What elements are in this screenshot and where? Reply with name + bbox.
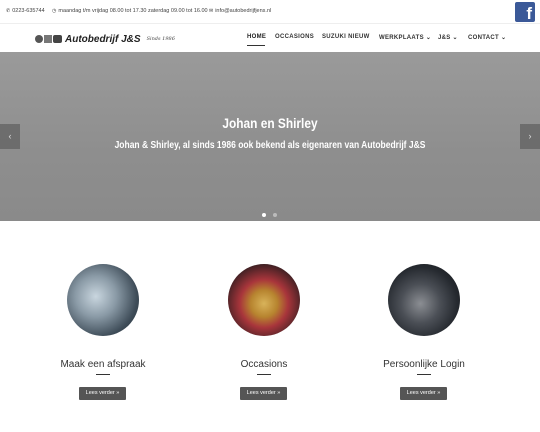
phone-info[interactable]: ✆ 0223-635744 <box>6 8 45 14</box>
top-info-bar: ✆ 0223-635744 ◷ maandag t/m vrijdag 08.0… <box>0 0 540 24</box>
email-text: info@autobedrijfjens.nl <box>215 8 272 14</box>
nav-werkplaats[interactable]: WERKPLAATS ⌄ <box>379 34 431 41</box>
logo-emblem-icon <box>35 34 63 44</box>
slider-dot-1[interactable] <box>262 213 266 217</box>
slider-dot-2[interactable] <box>273 213 277 217</box>
nav-active-underline <box>247 45 265 46</box>
feature-login: Persoonlijke Login Lees verder » <box>354 264 494 404</box>
nav-home[interactable]: HOME <box>247 34 266 40</box>
clock-icon: ◷ <box>52 8 57 14</box>
chevron-down-icon: ⌄ <box>425 35 432 41</box>
feature-separator <box>257 374 271 375</box>
site-header: Autobedrijf J&S Sinds 1986 HOME OCCASION… <box>0 24 540 52</box>
nav-werkplaats-label: WERKPLAATS <box>379 35 424 41</box>
email-info[interactable]: ✉ info@autobedrijfjens.nl <box>209 8 271 14</box>
envelope-icon: ✉ <box>209 8 214 14</box>
feature-title: Maak een afspraak <box>60 359 146 370</box>
feature-afspraak: Maak een afspraak Lees verder » <box>33 264 173 404</box>
chevron-right-icon: › <box>528 131 532 141</box>
facebook-icon[interactable]: f <box>515 2 535 22</box>
logo-brand-text: Autobedrijf J&S <box>65 33 141 45</box>
phone-icon: ✆ <box>6 8 11 14</box>
nav-suzuki-nieuw[interactable]: SUZUKI NIEUW <box>322 34 370 40</box>
lees-verder-button[interactable]: Lees verder » <box>79 387 126 400</box>
slider-prev-button[interactable]: ‹ <box>0 124 20 149</box>
slider-subtitle: Johan & Shirley, al sinds 1986 ook beken… <box>114 140 426 151</box>
lees-verder-button[interactable]: Lees verder » <box>400 387 447 400</box>
site-logo[interactable]: Autobedrijf J&S Sinds 1986 <box>35 33 175 45</box>
feature-title: Persoonlijke Login <box>383 359 465 370</box>
feature-title: Occasions <box>240 359 288 370</box>
nav-occasions[interactable]: OCCASIONS <box>275 34 314 40</box>
nav-js-label: J&S <box>438 35 451 41</box>
chevron-left-icon: ‹ <box>8 131 12 141</box>
feature-image-login <box>388 264 460 336</box>
chevron-down-icon: ⌄ <box>500 35 507 41</box>
feature-image-afspraak <box>67 264 139 336</box>
nav-contact-label: CONTACT <box>468 35 499 41</box>
nav-contact[interactable]: CONTACT ⌄ <box>468 34 506 41</box>
feature-separator <box>417 374 431 375</box>
lees-verder-button[interactable]: Lees verder » <box>240 387 287 400</box>
hero-slider: Johan en Shirley Johan & Shirley, al sin… <box>0 52 540 221</box>
logo-since-text: Sinds 1986 <box>146 36 175 42</box>
slider-title: Johan en Shirley <box>222 115 318 131</box>
hours-info: ◷ maandag t/m vrijdag 08.00 tot 17.30 za… <box>52 8 208 14</box>
slider-next-button[interactable]: › <box>520 124 540 149</box>
chevron-down-icon: ⌄ <box>452 35 458 41</box>
hours-text: maandag t/m vrijdag 08.00 tot 17.30 zate… <box>58 8 208 14</box>
nav-js[interactable]: J&S ⌄ <box>438 34 458 41</box>
feature-occasions: Occasions Lees verder » <box>194 264 334 404</box>
phone-text: 0223-635744 <box>12 8 45 14</box>
feature-separator <box>96 374 110 375</box>
feature-image-occasions <box>228 264 300 336</box>
